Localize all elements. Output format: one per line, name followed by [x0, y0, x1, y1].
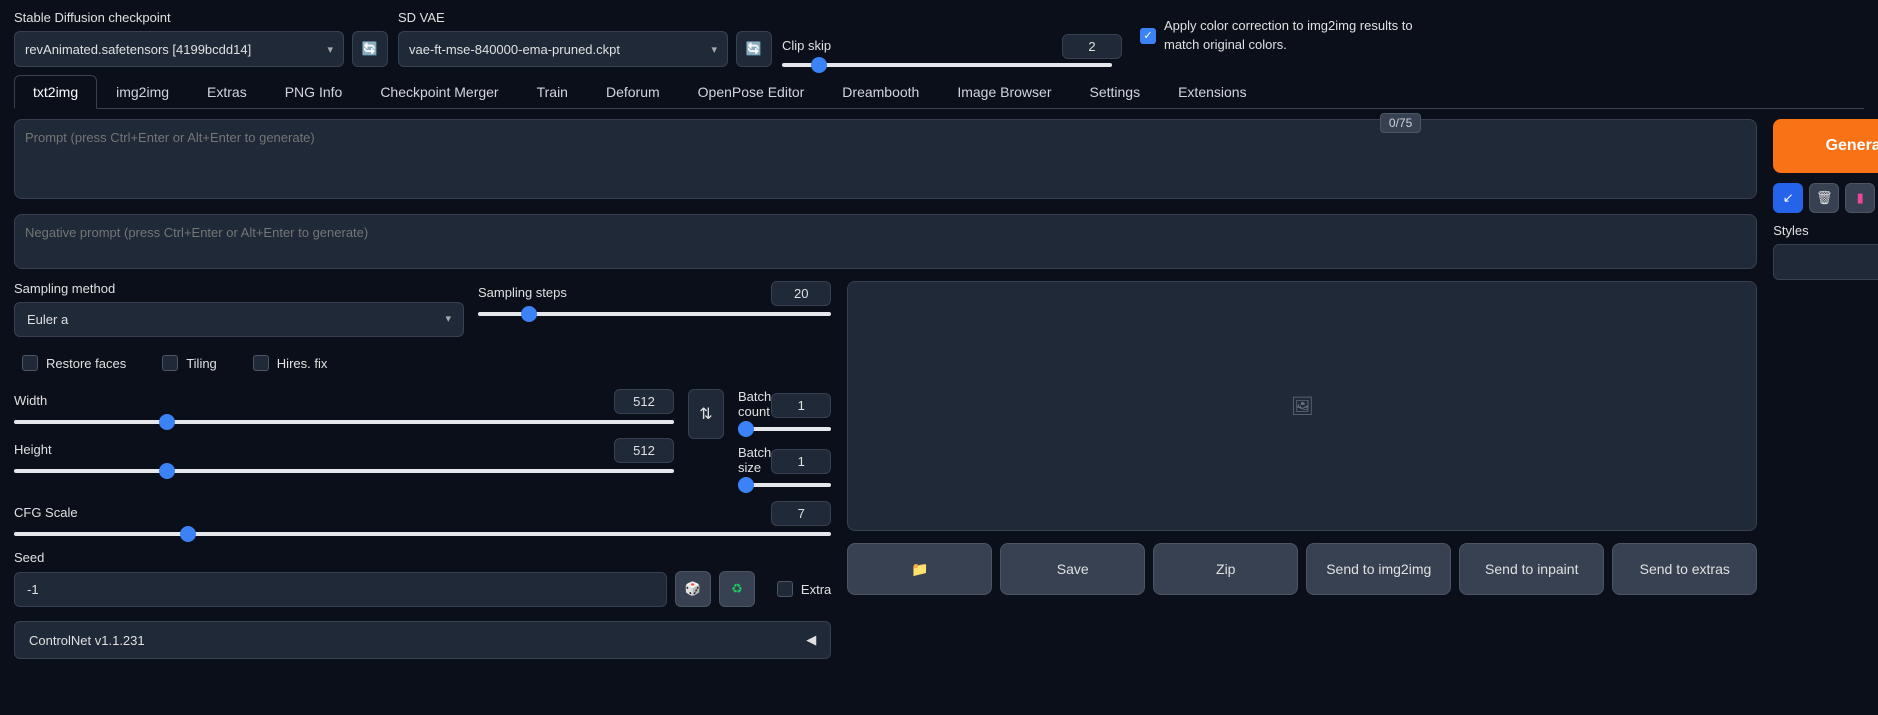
batch-count-value[interactable]: 1: [771, 393, 831, 418]
save-button[interactable]: Save: [1000, 543, 1145, 595]
swap-dimensions-button[interactable]: ⇅: [688, 389, 724, 439]
vae-refresh-button[interactable]: 🔄: [736, 31, 772, 67]
width-label: Width: [14, 393, 47, 408]
batch-size-slider[interactable]: [738, 483, 831, 487]
refresh-icon: 🔄: [362, 41, 378, 57]
cfg-label: CFG Scale: [14, 505, 78, 520]
open-folder-button[interactable]: 📁: [847, 543, 992, 595]
checkpoint-value: revAnimated.safetensors [4199bcdd14]: [25, 42, 251, 57]
batch-count-slider[interactable]: [738, 427, 831, 431]
dice-icon: 🎲: [685, 581, 701, 597]
tab-dreambooth[interactable]: Dreambooth: [823, 75, 938, 108]
folder-icon: 📁: [911, 560, 928, 578]
cfg-value[interactable]: 7: [771, 501, 831, 526]
seed-random-button[interactable]: 🎲: [675, 571, 711, 607]
hires-fix-label: Hires. fix: [277, 356, 328, 371]
checkpoint-refresh-button[interactable]: 🔄: [352, 31, 388, 67]
vae-label: SD VAE: [398, 10, 772, 25]
generate-button[interactable]: Generate: [1773, 119, 1878, 173]
batch-size-label: Batch size: [738, 445, 771, 475]
checkpoint-select[interactable]: revAnimated.safetensors [4199bcdd14]: [14, 31, 344, 67]
tab-extensions[interactable]: Extensions: [1159, 75, 1265, 108]
clip-skip-label: Clip skip: [782, 38, 831, 53]
clip-skip-value[interactable]: 2: [1062, 34, 1122, 59]
extra-networks-button[interactable]: ▮: [1845, 183, 1875, 213]
vae-value: vae-ft-mse-840000-ema-pruned.ckpt: [409, 42, 620, 57]
restore-faces-label: Restore faces: [46, 356, 126, 371]
swap-icon: ⇅: [699, 404, 712, 424]
controlnet-accordion[interactable]: ControlNet v1.1.231 ◀: [14, 621, 831, 659]
tab-train[interactable]: Train: [518, 75, 587, 108]
hires-fix-checkbox[interactable]: [253, 355, 269, 371]
seed-input[interactable]: [14, 572, 667, 607]
sampling-steps-label: Sampling steps: [478, 285, 567, 300]
tab-settings[interactable]: Settings: [1071, 75, 1160, 108]
recycle-icon: ♻: [731, 581, 743, 597]
send-img2img-button[interactable]: Send to img2img: [1306, 543, 1451, 595]
tab-checkpoint-merger[interactable]: Checkpoint Merger: [361, 75, 517, 108]
card-icon: ▮: [1857, 190, 1864, 206]
height-value[interactable]: 512: [614, 438, 674, 463]
width-slider[interactable]: [14, 420, 674, 424]
clear-prompt-button[interactable]: 🗑: [1809, 183, 1839, 213]
prompt-input[interactable]: [14, 119, 1757, 199]
send-inpaint-button[interactable]: Send to inpaint: [1459, 543, 1604, 595]
checkpoint-label: Stable Diffusion checkpoint: [14, 10, 388, 25]
sampling-method-label: Sampling method: [14, 281, 464, 296]
height-label: Height: [14, 442, 52, 457]
clip-skip-slider[interactable]: [782, 63, 1112, 67]
batch-size-value[interactable]: 1: [771, 449, 831, 474]
tab-openpose[interactable]: OpenPose Editor: [679, 75, 824, 108]
zip-button[interactable]: Zip: [1153, 543, 1298, 595]
seed-reuse-button[interactable]: ♻: [719, 571, 755, 607]
seed-label: Seed: [14, 550, 831, 565]
sampling-steps-slider[interactable]: [478, 312, 831, 316]
seed-extra-checkbox[interactable]: [777, 581, 793, 597]
color-correction-label: Apply color correction to img2img result…: [1164, 17, 1444, 53]
tab-txt2img[interactable]: txt2img: [14, 75, 97, 109]
tiling-label: Tiling: [186, 356, 217, 371]
sampling-method-value: Euler a: [27, 312, 68, 327]
vae-select[interactable]: vae-ft-mse-840000-ema-pruned.ckpt: [398, 31, 728, 67]
trash-icon: 🗑: [1816, 190, 1833, 206]
negative-prompt-input[interactable]: [14, 214, 1757, 269]
tab-extras[interactable]: Extras: [188, 75, 266, 108]
tab-pnginfo[interactable]: PNG Info: [266, 75, 362, 108]
height-slider[interactable]: [14, 469, 674, 473]
styles-select[interactable]: × ▾: [1773, 244, 1878, 280]
image-placeholder-icon: 🖼: [1291, 396, 1314, 417]
main-tabs: txt2img img2img Extras PNG Info Checkpoi…: [14, 75, 1864, 109]
send-extras-button[interactable]: Send to extras: [1612, 543, 1757, 595]
color-correction-checkbox[interactable]: [1140, 28, 1156, 44]
sampling-method-select[interactable]: Euler a: [14, 302, 464, 337]
output-image-preview: 🖼: [847, 281, 1757, 531]
sampling-steps-value[interactable]: 20: [771, 281, 831, 306]
cfg-slider[interactable]: [14, 532, 831, 536]
batch-count-label: Batch count: [738, 389, 771, 419]
caret-left-icon: ◀: [806, 632, 816, 648]
width-value[interactable]: 512: [614, 389, 674, 414]
seed-extra-label: Extra: [801, 582, 831, 597]
interrogate-button[interactable]: ↙: [1773, 183, 1803, 213]
tab-deforum[interactable]: Deforum: [587, 75, 679, 108]
styles-label: Styles: [1773, 223, 1878, 238]
tiling-checkbox[interactable]: [162, 355, 178, 371]
controlnet-label: ControlNet v1.1.231: [29, 633, 145, 648]
tab-image-browser[interactable]: Image Browser: [938, 75, 1070, 108]
arrow-icon: ↙: [1783, 190, 1794, 206]
restore-faces-checkbox[interactable]: [22, 355, 38, 371]
tab-img2img[interactable]: img2img: [97, 75, 188, 108]
refresh-icon: 🔄: [746, 41, 762, 57]
token-counter: 0/75: [1380, 113, 1421, 133]
